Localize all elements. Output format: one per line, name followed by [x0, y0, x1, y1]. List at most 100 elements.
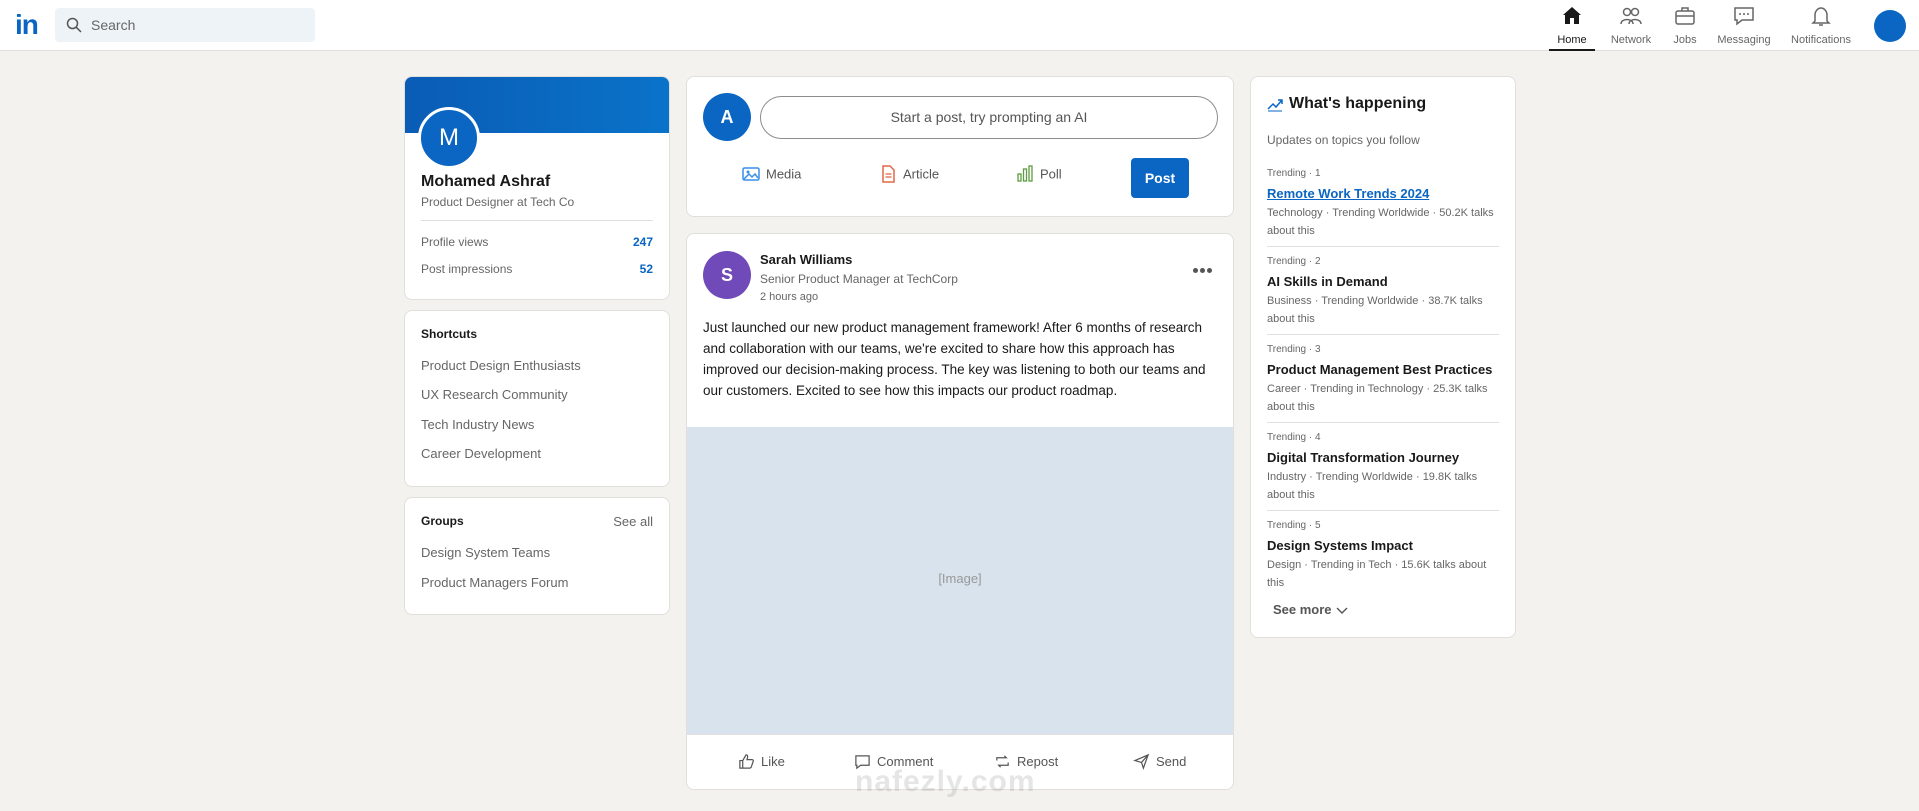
media-button[interactable]: Media	[742, 165, 801, 185]
trend-topic[interactable]: AI Skills in Demand	[1267, 272, 1502, 292]
profile-title: Product Designer at Tech Co	[421, 195, 575, 209]
trend-rank: Trending · 5	[1267, 520, 1321, 531]
start-post-input[interactable]: Start a post, try prompting an AI	[760, 96, 1218, 139]
group-item[interactable]: Design System Teams	[421, 545, 550, 560]
bell-icon	[1811, 7, 1831, 26]
poll-label: Poll	[1040, 166, 1062, 182]
whats-happening-subtitle: Updates on topics you follow	[1267, 133, 1420, 147]
nav-network-label: Network	[1610, 34, 1652, 46]
briefcase-icon	[1675, 7, 1695, 25]
article-label: Article	[903, 166, 940, 182]
image-icon	[742, 167, 760, 181]
post-image[interactable]: [Image]	[687, 427, 1233, 734]
trend-meta: Industry · Trending Worldwide · 19.8K ta…	[1267, 471, 1478, 501]
profile-name[interactable]: Mohamed Ashraf	[421, 173, 550, 191]
trend-topic[interactable]: Design Systems Impact	[1267, 536, 1502, 556]
nav-jobs[interactable]: Jobs	[1665, 0, 1705, 51]
like-button[interactable]: Like	[738, 753, 785, 770]
nav-messaging-label: Messaging	[1717, 34, 1771, 46]
divider	[1267, 510, 1499, 511]
watermark: nafezly.com	[855, 765, 1036, 798]
author-title: Senior Product Manager at TechCorp	[760, 272, 958, 286]
whats-happening-title: What's happening	[1289, 95, 1427, 112]
article-icon	[882, 165, 895, 183]
trend-meta: Business · Trending Worldwide · 38.7K ta…	[1267, 295, 1483, 325]
see-more-label: See more	[1273, 602, 1332, 617]
shortcut-item[interactable]: Career Development	[421, 446, 541, 461]
linkedin-logo[interactable]: in	[15, 11, 39, 39]
nav-messaging[interactable]: Messaging	[1716, 0, 1772, 51]
trend-meta: Design · Trending in Tech · 15.6K talks …	[1267, 559, 1487, 589]
shortcuts-card: Shortcuts Product Design Enthusiasts UX …	[404, 310, 670, 487]
shortcut-item[interactable]: Product Design Enthusiasts	[421, 358, 581, 373]
stat-post-impressions-value[interactable]: 52	[640, 262, 653, 276]
like-label: Like	[761, 754, 785, 770]
groups-title: Groups	[421, 514, 464, 528]
divider	[421, 220, 653, 221]
stat-post-impressions-label[interactable]: Post impressions	[421, 262, 512, 276]
search-icon	[66, 17, 82, 33]
trend-topic[interactable]: Digital Transformation Journey	[1267, 448, 1502, 468]
composer-avatar: A	[703, 93, 751, 141]
trend-item[interactable]: Trending · 5 Design Systems Impact Desig…	[1267, 519, 1502, 592]
home-icon	[1563, 7, 1581, 24]
see-more-button[interactable]: See more	[1273, 602, 1348, 617]
media-label: Media	[766, 166, 802, 182]
nav-home[interactable]: Home	[1549, 0, 1595, 51]
me-avatar[interactable]	[1874, 10, 1906, 42]
poll-icon	[1017, 165, 1033, 182]
groups-card: Groups See all Design System Teams Produ…	[404, 497, 670, 615]
see-all-groups-link[interactable]: See all	[613, 514, 653, 529]
trend-item[interactable]: Trending · 3 Product Management Best Pra…	[1267, 343, 1502, 416]
send-icon	[1133, 753, 1150, 771]
trend-item[interactable]: Trending · 1 Remote Work Trends 2024 Tec…	[1267, 167, 1502, 240]
trend-item[interactable]: Trending · 4 Digital Transformation Jour…	[1267, 431, 1502, 504]
more-options-icon[interactable]	[1193, 268, 1213, 274]
shortcut-item[interactable]: Tech Industry News	[421, 417, 534, 432]
nav-network[interactable]: Network	[1606, 0, 1656, 51]
stat-profile-views-label[interactable]: Profile views	[421, 235, 488, 249]
trend-item[interactable]: Trending · 2 AI Skills in Demand Busines…	[1267, 255, 1502, 328]
divider	[1267, 246, 1499, 247]
post-button[interactable]: Post	[1131, 158, 1189, 198]
thumbs-up-icon	[739, 754, 754, 769]
divider	[1267, 422, 1499, 423]
send-button[interactable]: Send	[1133, 753, 1187, 771]
poll-button[interactable]: Poll	[1016, 165, 1062, 185]
group-item[interactable]: Product Managers Forum	[421, 575, 568, 590]
trend-topic[interactable]: Remote Work Trends 2024	[1267, 184, 1502, 204]
author-avatar[interactable]: S	[703, 251, 751, 299]
search-input[interactable]: Search	[55, 8, 315, 42]
nav-notifications-label: Notifications	[1791, 34, 1851, 46]
trending-icon	[1267, 99, 1283, 112]
divider	[1267, 334, 1499, 335]
feed-post: S Sarah Williams Senior Product Manager …	[686, 233, 1234, 790]
post-composer: A Start a post, try prompting an AI Medi…	[686, 76, 1234, 217]
trend-rank: Trending · 3	[1267, 344, 1321, 355]
message-icon	[1734, 7, 1754, 26]
profile-avatar[interactable]: M	[418, 107, 480, 169]
chevron-down-icon	[1336, 607, 1348, 614]
stat-profile-views-value[interactable]: 247	[633, 235, 653, 249]
author-name[interactable]: Sarah Williams	[760, 252, 852, 267]
trend-rank: Trending · 4	[1267, 432, 1321, 443]
trend-meta: Career · Trending in Technology · 25.3K …	[1267, 383, 1488, 413]
article-button[interactable]: Article	[879, 165, 939, 185]
shortcuts-title: Shortcuts	[421, 327, 478, 341]
trend-rank: Trending · 2	[1267, 256, 1321, 267]
whats-happening-card: What's happening Updates on topics you f…	[1250, 76, 1516, 638]
trend-topic[interactable]: Product Management Best Practices	[1267, 360, 1502, 380]
image-placeholder-text: [Image]	[938, 571, 982, 586]
top-navbar: in Search Home Network Jobs Messaging No…	[0, 0, 1919, 51]
search-placeholder: Search	[91, 17, 136, 33]
profile-card: M Mohamed Ashraf Product Designer at Tec…	[404, 76, 670, 300]
nav-home-label: Home	[1557, 34, 1587, 46]
trend-rank: Trending · 1	[1267, 168, 1321, 179]
nav-jobs-label: Jobs	[1673, 34, 1697, 46]
post-timestamp: 2 hours ago	[760, 291, 819, 303]
trend-meta: Technology · Trending Worldwide · 50.2K …	[1267, 207, 1494, 237]
nav-notifications[interactable]: Notifications	[1788, 0, 1854, 51]
network-icon	[1620, 7, 1642, 25]
send-label: Send	[1156, 754, 1187, 770]
shortcut-item[interactable]: UX Research Community	[421, 387, 568, 402]
